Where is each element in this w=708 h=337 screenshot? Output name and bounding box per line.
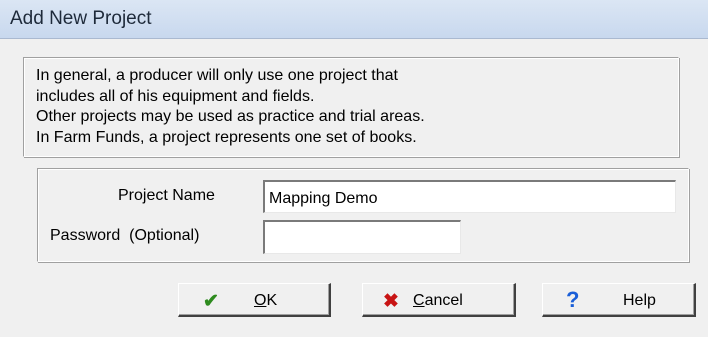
title-bar[interactable]: Add New Project xyxy=(0,0,708,39)
info-panel: In general, a producer will only use one… xyxy=(23,57,679,157)
password-label: Password (Optional) xyxy=(50,227,200,244)
password-input[interactable] xyxy=(263,220,461,254)
x-icon: ✖ xyxy=(383,291,399,312)
ok-button[interactable]: ✔ OK xyxy=(178,283,331,317)
ok-label: OK xyxy=(254,292,278,309)
cancel-label: Cancel xyxy=(413,292,463,309)
info-line: includes all of his equipment and fields… xyxy=(36,87,315,105)
checkmark-icon: ✔ xyxy=(203,291,219,312)
help-button[interactable]: ? Help xyxy=(542,283,696,317)
cancel-button[interactable]: ✖ Cancel xyxy=(362,283,516,317)
project-name-label: Project Name xyxy=(118,187,215,204)
info-line: In Farm Funds, a project represents one … xyxy=(36,128,417,146)
info-line: Other projects may be used as practice a… xyxy=(36,108,425,125)
window-title: Add New Project xyxy=(10,8,152,29)
question-icon: ? xyxy=(566,287,580,312)
info-line: In general, a producer will only use one… xyxy=(36,67,398,84)
help-label: Help xyxy=(623,292,656,309)
project-name-input[interactable] xyxy=(263,180,676,213)
